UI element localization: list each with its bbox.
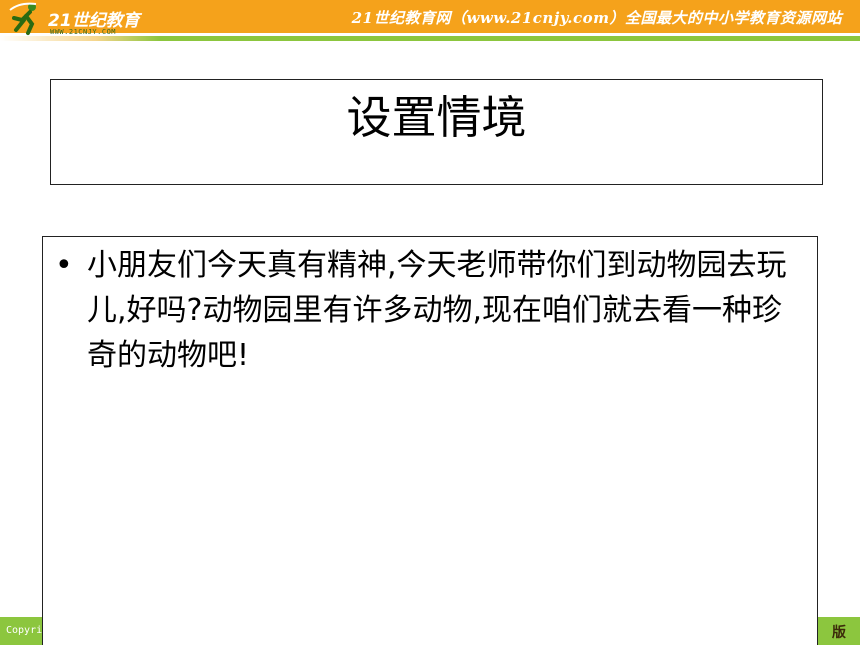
- slide-content-box: • 小朋友们今天真有精神,今天老师带你们到动物园去玩儿,好吗?动物园里有许多动物…: [42, 236, 818, 645]
- bullet-dot-icon: •: [55, 248, 73, 283]
- bullet-text: 小朋友们今天真有精神,今天老师带你们到动物园去玩儿,好吗?动物园里有许多动物,现…: [87, 248, 787, 373]
- slide-title: 设置情境: [346, 91, 527, 144]
- logo-url-text: WWW.21CNJY.COM: [50, 28, 117, 36]
- bullet-item: • 小朋友们今天真有精神,今天老师带你们到动物园去玩儿,好吗?动物园里有许多动物…: [55, 243, 800, 378]
- header-stripe-green: [160, 36, 860, 41]
- running-figure-icon: [9, 2, 37, 35]
- footer-edition: 版: [832, 625, 846, 641]
- site-slogan: 21世纪教育网（www.21cnjy.com）全国最大的中小学教育资源网站: [351, 9, 842, 27]
- bullet-list: • 小朋友们今天真有精神,今天老师带你们到动物园去玩儿,好吗?动物园里有许多动物…: [55, 243, 800, 378]
- site-logo[interactable]: 21世纪教育 WWW.21CNJY.COM: [6, 0, 176, 40]
- footer-copyright: Copyri: [6, 625, 43, 636]
- slide-title-box: 设置情境: [50, 79, 823, 185]
